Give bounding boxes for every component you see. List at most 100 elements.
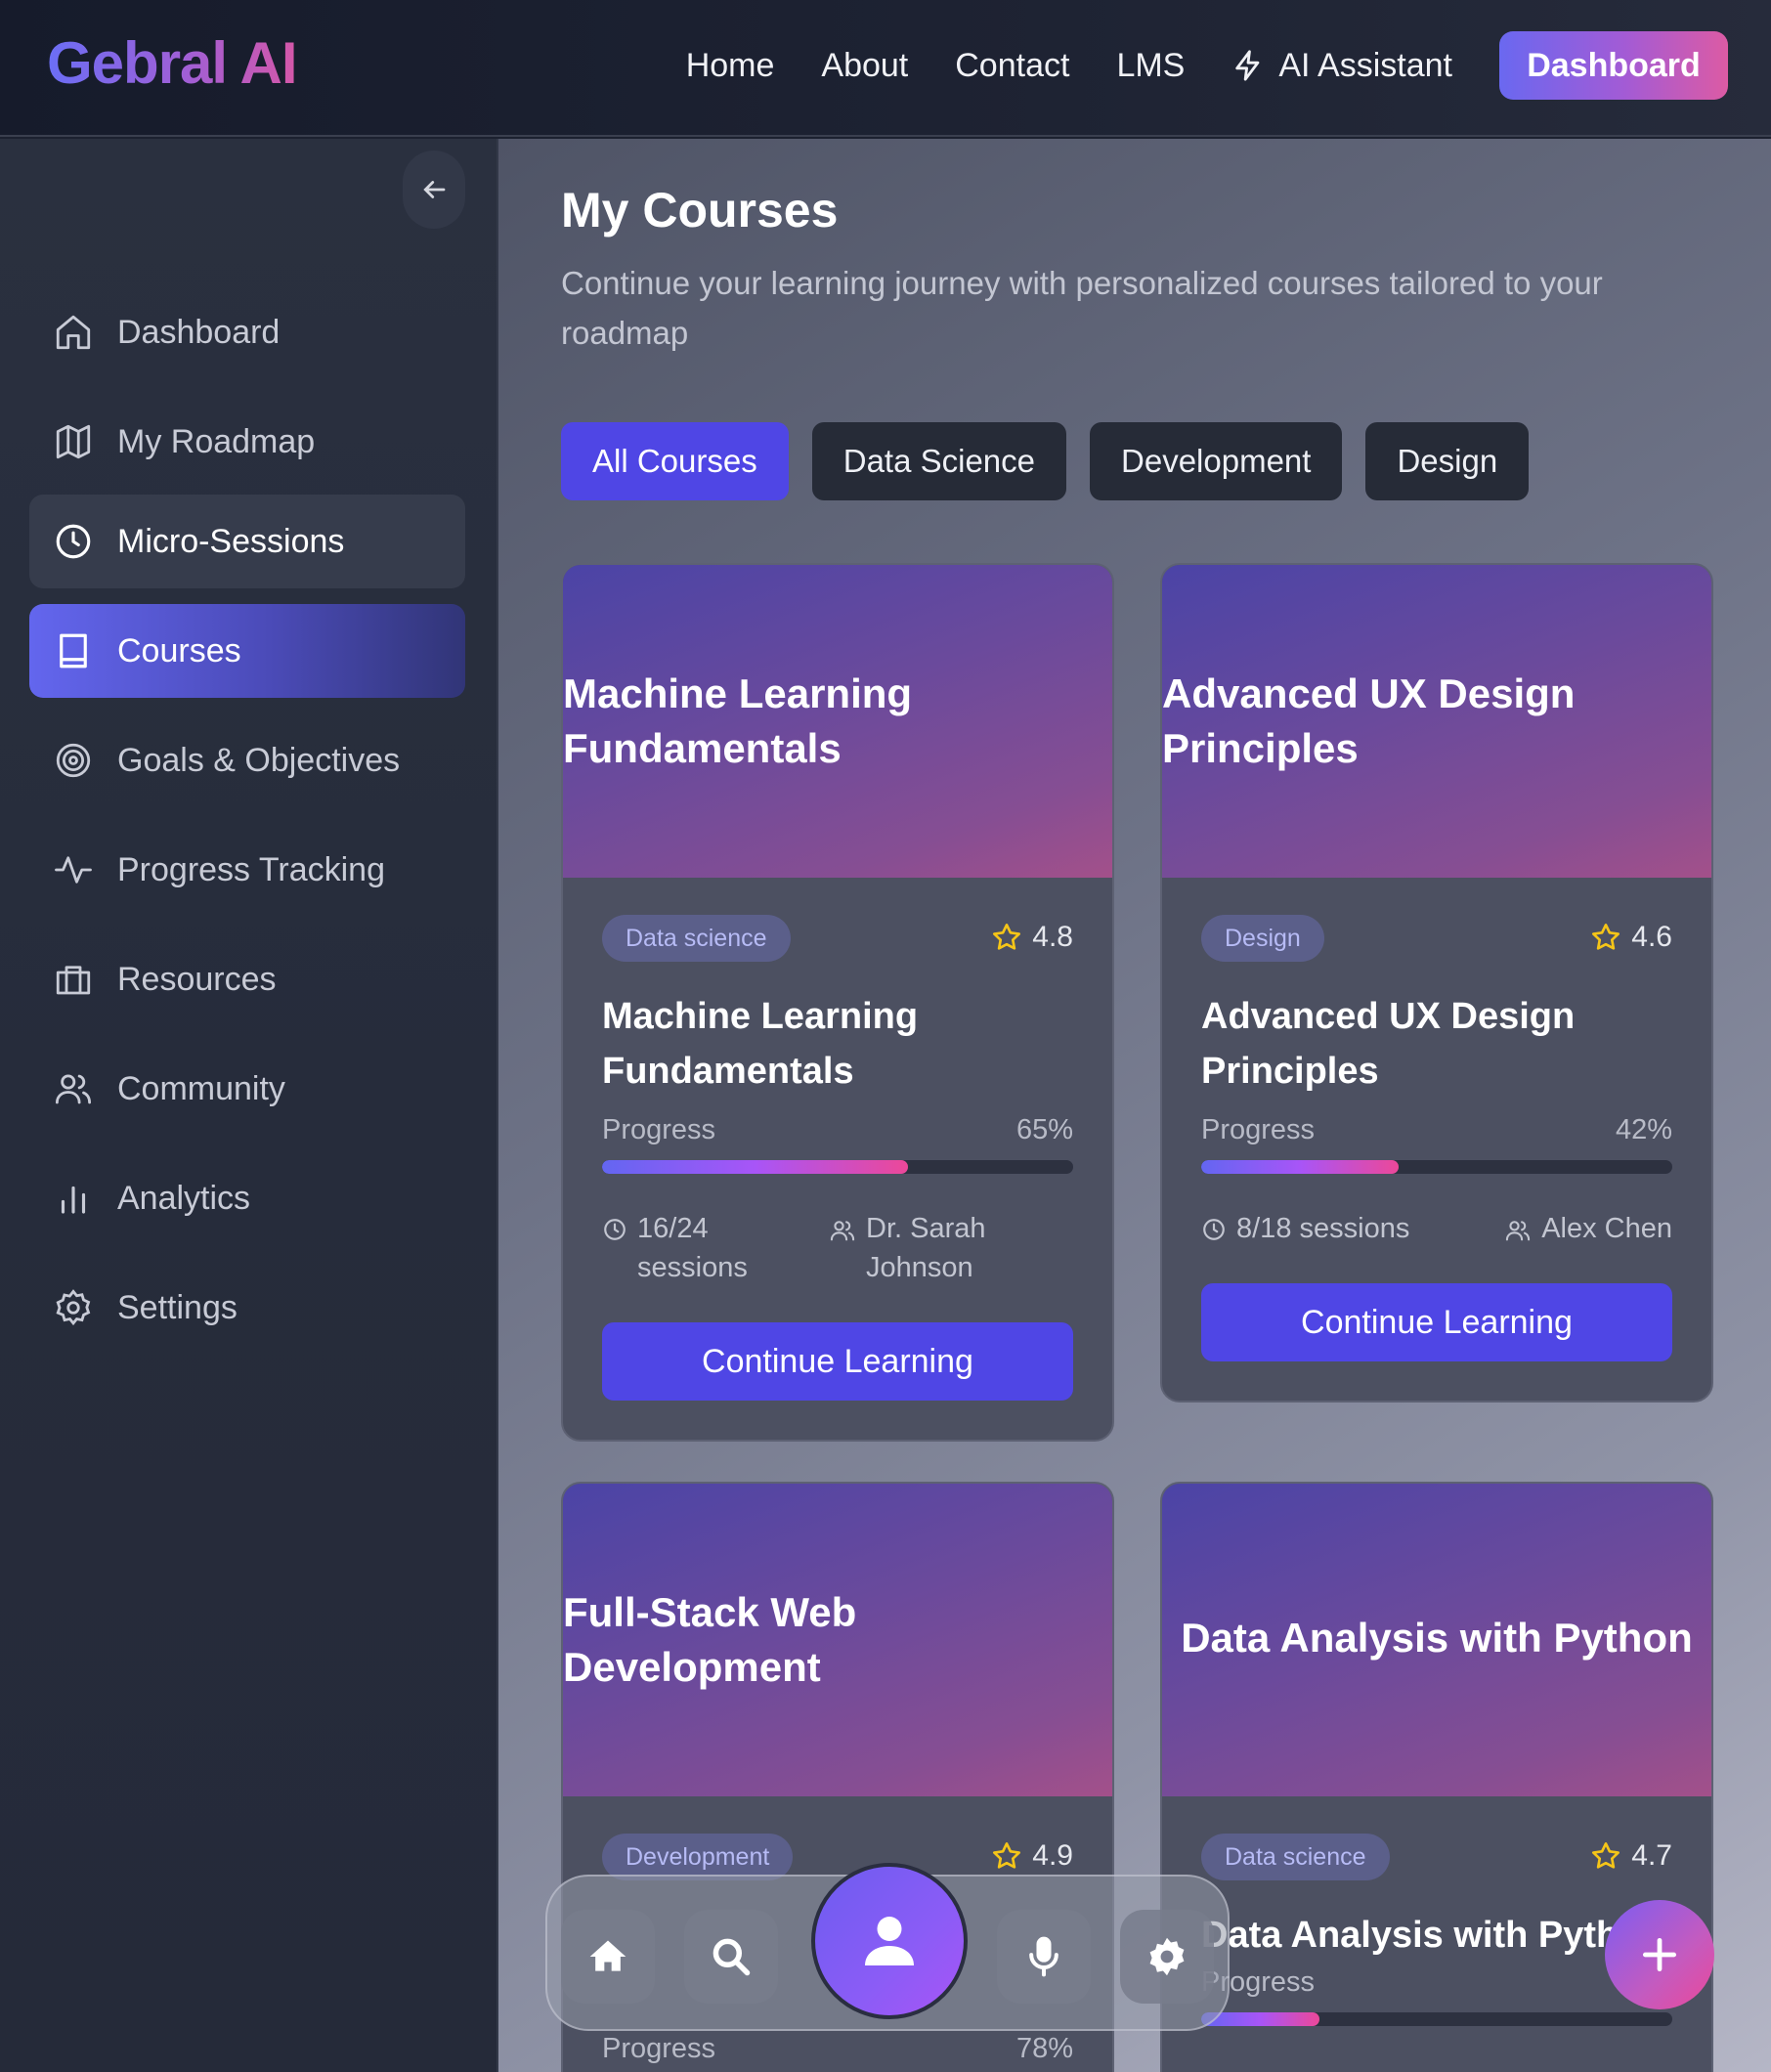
continue-learning-button[interactable]: Continue Learning <box>1201 1283 1672 1361</box>
rating-value: 4.6 <box>1631 921 1672 953</box>
sidebar-item-courses[interactable]: Courses <box>29 604 465 698</box>
nav-about[interactable]: About <box>821 47 908 85</box>
sidebar-item-label: Resources <box>117 960 277 998</box>
star-icon <box>993 924 1021 950</box>
sidebar-item-community[interactable]: Community <box>29 1042 465 1136</box>
instructor-info: Alex Chen <box>1504 1209 1672 1248</box>
add-fab-button[interactable] <box>1605 1900 1714 2009</box>
dock-profile-button[interactable] <box>811 1863 968 2019</box>
users-icon <box>830 1221 855 1241</box>
map-icon <box>56 424 91 459</box>
main-nav: Home About Contact LMS AI Assistant Dash… <box>639 31 1728 100</box>
user-icon <box>865 1917 914 1965</box>
course-name: Machine Learning Fundamentals <box>602 996 919 1092</box>
course-card-header: Data Analysis with Python <box>1162 1484 1711 1796</box>
sidebar-item-progress-tracking[interactable]: Progress Tracking <box>29 823 465 917</box>
sidebar-item-my-roadmap[interactable]: My Roadmap <box>29 395 465 489</box>
bar-chart-icon <box>61 1186 86 1214</box>
course-card[interactable]: Machine Learning Fundamentals Data scien… <box>561 563 1114 1442</box>
users-icon <box>1506 1221 1531 1241</box>
sidebar-item-label: Micro-Sessions <box>117 522 345 560</box>
sidebar-item-label: Settings <box>117 1288 238 1326</box>
book-icon <box>60 633 87 669</box>
progress-row: Progress 78% <box>602 2033 1073 2065</box>
sidebar-item-label: Courses <box>117 631 241 669</box>
briefcase-icon <box>56 966 91 995</box>
sidebar-item-dashboard[interactable]: Dashboard <box>29 285 465 379</box>
sidebar-item-label: Analytics <box>117 1179 251 1217</box>
course-name: Data Analysis with Python <box>1201 1915 1664 1956</box>
search-icon <box>713 1938 751 1976</box>
nav-ai-assistant-label: AI Assistant <box>1278 46 1452 84</box>
nav-home[interactable]: Home <box>686 47 775 85</box>
dock-microphone-button[interactable] <box>997 1910 1091 2004</box>
course-filters: All Courses Data Science Development Des… <box>561 422 1552 500</box>
sidebar-item-goals[interactable]: Goals & Objectives <box>29 713 465 807</box>
star-icon <box>993 1842 1021 1869</box>
progress-percent: 78% <box>1015 2033 1073 2064</box>
page-subtitle: Continue your learning journey with pers… <box>561 265 1603 351</box>
sessions-count: 16/24 sessions <box>637 1213 748 1283</box>
filter-development[interactable]: Development <box>1090 422 1343 500</box>
course-name: Advanced UX Design Principles <box>1201 996 1576 1092</box>
dock-settings-button[interactable] <box>1120 1910 1214 2004</box>
sidebar-item-settings[interactable]: Settings <box>29 1261 465 1355</box>
plus-icon <box>1642 1937 1677 1972</box>
floating-dock <box>545 1863 1230 2031</box>
microphone-icon <box>1029 1936 1058 1977</box>
sessions-count: 8/18 sessions <box>1236 1213 1410 1244</box>
filter-all-courses[interactable]: All Courses <box>561 422 789 500</box>
arrow-left-icon <box>423 181 446 198</box>
sidebar-item-micro-sessions[interactable]: Micro-Sessions <box>29 495 465 588</box>
progress-row: Progress 42% <box>1201 1114 1672 1146</box>
instructor-info: Dr. Sarah Johnson <box>829 1209 1073 1287</box>
activity-icon <box>55 856 92 884</box>
dock-search-button[interactable] <box>684 1910 778 2004</box>
course-card-header-title: Machine Learning Fundamentals <box>563 670 913 771</box>
sidebar-collapse-button[interactable] <box>403 151 465 229</box>
lightning-icon <box>1235 50 1260 81</box>
course-card[interactable]: Advanced UX Design Principles Design 4.6… <box>1160 563 1713 1403</box>
category-badge: Data science <box>602 915 791 962</box>
filter-design[interactable]: Design <box>1365 422 1530 500</box>
progress-fill <box>1201 1160 1400 1174</box>
rating-value: 4.7 <box>1631 1839 1672 1872</box>
rating-value: 4.9 <box>1032 1839 1073 1872</box>
logo[interactable]: Gebral AI <box>47 29 298 97</box>
clock-icon <box>604 1219 626 1240</box>
target-icon <box>56 743 91 778</box>
course-rating: 4.6 <box>1590 921 1672 954</box>
sidebar-item-label: Goals & Objectives <box>117 741 401 779</box>
users-icon <box>55 1074 92 1104</box>
course-card-header-title: Advanced UX Design Principles <box>1162 670 1576 771</box>
gear-icon <box>56 1289 91 1326</box>
star-icon <box>1592 924 1620 950</box>
instructor-name: Alex Chen <box>1541 1213 1672 1244</box>
sidebar-item-label: Community <box>117 1069 285 1107</box>
page-title: My Courses <box>561 183 839 237</box>
dashboard-button[interactable]: Dashboard <box>1499 31 1728 100</box>
category-badge: Development <box>602 1834 794 1880</box>
instructor-name: Dr. Sarah Johnson <box>866 1213 986 1283</box>
star-icon <box>1592 1842 1620 1869</box>
sidebar-item-label: Progress Tracking <box>117 850 385 888</box>
sessions-info: 8/18 sessions <box>1201 1209 1409 1248</box>
nav-lms[interactable]: LMS <box>1116 47 1185 85</box>
nav-ai-assistant[interactable]: AI Assistant <box>1231 47 1452 85</box>
sidebar: Dashboard My Roadmap Micro-Sessions Cour… <box>0 139 498 2072</box>
top-navigation: Gebral AI Home About Contact LMS AI Assi… <box>0 0 1771 137</box>
course-card-header: Machine Learning Fundamentals <box>563 565 1112 878</box>
course-card-header-title: Data Analysis with Python <box>1181 1615 1693 1661</box>
category-badge: Data science <box>1201 1834 1390 1880</box>
continue-learning-button[interactable]: Continue Learning <box>602 1322 1073 1401</box>
nav-contact[interactable]: Contact <box>955 47 1069 85</box>
progress-fill <box>602 1160 909 1174</box>
progress-row: Progress 65% <box>602 1114 1073 1146</box>
progress-label: Progress <box>1201 1114 1316 1145</box>
filter-data-science[interactable]: Data Science <box>811 422 1067 500</box>
sidebar-item-resources[interactable]: Resources <box>29 932 465 1026</box>
sidebar-item-analytics[interactable]: Analytics <box>29 1151 465 1245</box>
sidebar-item-label: Dashboard <box>117 313 281 351</box>
rating-value: 4.8 <box>1032 921 1073 953</box>
dock-home-button[interactable] <box>561 1910 655 2004</box>
